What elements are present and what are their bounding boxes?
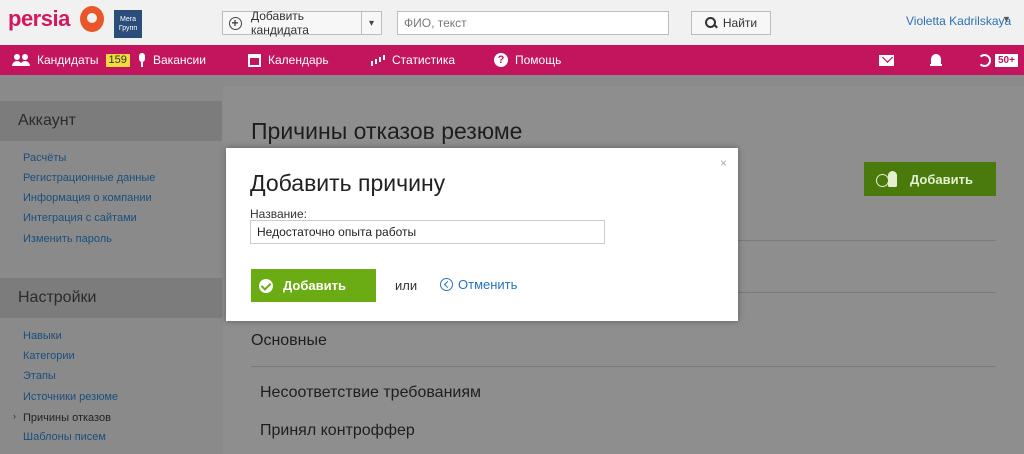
close-icon[interactable]: × [720,156,727,170]
account-section-title: Аккаунт [0,101,222,141]
submit-button-label: Добавить [283,278,346,293]
sidebar-link-resume-sources[interactable]: Источники резюме [23,391,118,403]
name-field-label: Название: [250,207,307,221]
partner-logo: Мега Групп [114,10,142,38]
nav-label: Календарь [268,53,329,67]
section-title-basic: Основные [251,332,327,349]
sidebar-link-email-templates[interactable]: Шаблоны писем [23,431,106,443]
people-icon [12,54,30,66]
nav-item-vacancies[interactable]: Вакансии [138,45,206,75]
settings-section-title: Настройки [0,278,222,318]
page-title: Причины отказов резюме [251,118,523,144]
nav-item-candidates[interactable]: Кандидаты 159 [12,45,130,75]
bar-chart-icon [371,54,385,66]
add-reason-button[interactable]: Добавить [864,162,996,196]
sidebar-link-stages[interactable]: Этапы [23,370,56,382]
nav-label: Кандидаты [37,53,99,67]
find-button-label: Найти [722,16,758,30]
divider [251,366,996,367]
add-user-icon [876,171,898,187]
nav-label: Вакансии [153,53,206,67]
chevron-down-icon[interactable]: ▼ [1002,14,1011,24]
check-icon [259,278,273,293]
main-nav: Кандидаты 159 Вакансии Календарь Статист… [0,45,1024,75]
find-button[interactable]: Найти [691,11,771,35]
back-arrow-icon [440,278,453,291]
add-reason-dialog: × Добавить причину Название: Добавить ил… [226,148,738,321]
dialog-title: Добавить причину [250,170,446,196]
sidebar-link-skills[interactable]: Навыки [23,330,62,342]
nav-item-statistics[interactable]: Статистика [371,45,455,75]
chevron-right-icon: › [13,411,16,421]
sidebar-link-billing[interactable]: Расчёты [23,152,66,164]
sidebar-link-registration[interactable]: Регистрационные данные [23,172,155,184]
persia-logo-icon [80,6,104,32]
add-reason-label: Добавить [910,171,973,187]
mail-icon [879,54,894,66]
chevron-down-icon[interactable]: ▾ [361,12,381,34]
search-icon [704,17,717,29]
sidebar-link-categories[interactable]: Категории [23,350,75,362]
add-candidate-label: Добавить кандидата [251,9,309,37]
nav-label: Статистика [392,53,456,67]
user-menu[interactable]: Violetta Kadrilskaya [906,14,1011,28]
sidebar-link-change-password[interactable]: Изменить пароль [23,233,112,245]
persia-logo[interactable]: persia [8,6,70,32]
mail-button[interactable] [879,45,894,75]
history-icon [978,53,991,67]
list-item[interactable]: Несоответствие требованиям [260,384,481,402]
or-text: или [395,278,418,293]
submit-button[interactable]: Добавить [251,269,376,302]
top-header: persia Мега Групп + Добавить кандидата ▾… [0,0,1024,45]
settings-sidebar: Аккаунт Расчёты Регистрационные данные И… [0,96,222,454]
sidebar-link-rejection-reasons[interactable]: Причины отказов [23,412,111,424]
microphone-icon [138,53,146,67]
search-input[interactable] [397,11,669,35]
plus-circle-icon: + [223,12,247,34]
cancel-label: Отменить [458,277,518,292]
calendar-icon [248,53,261,67]
add-candidate-button[interactable]: + Добавить кандидата ▾ [222,9,382,37]
notifications-button[interactable] [930,45,942,75]
nav-item-help[interactable]: ? Помощь [494,45,561,75]
nav-item-calendar[interactable]: Календарь [248,45,329,75]
history-button[interactable]: 50+ [978,45,1018,75]
cancel-link[interactable]: Отменить [440,277,517,292]
nav-label: Помощь [515,53,562,67]
candidates-count-badge: 159 [105,53,130,67]
reason-name-input[interactable] [250,220,605,244]
sidebar-link-integration[interactable]: Интеграция с сайтами [23,212,137,224]
bell-icon [930,53,942,67]
list-item[interactable]: Принял контроффер [260,422,415,440]
sidebar-link-company-info[interactable]: Информация о компании [23,192,152,204]
help-icon: ? [494,53,508,67]
history-badge: 50+ [995,53,1018,67]
